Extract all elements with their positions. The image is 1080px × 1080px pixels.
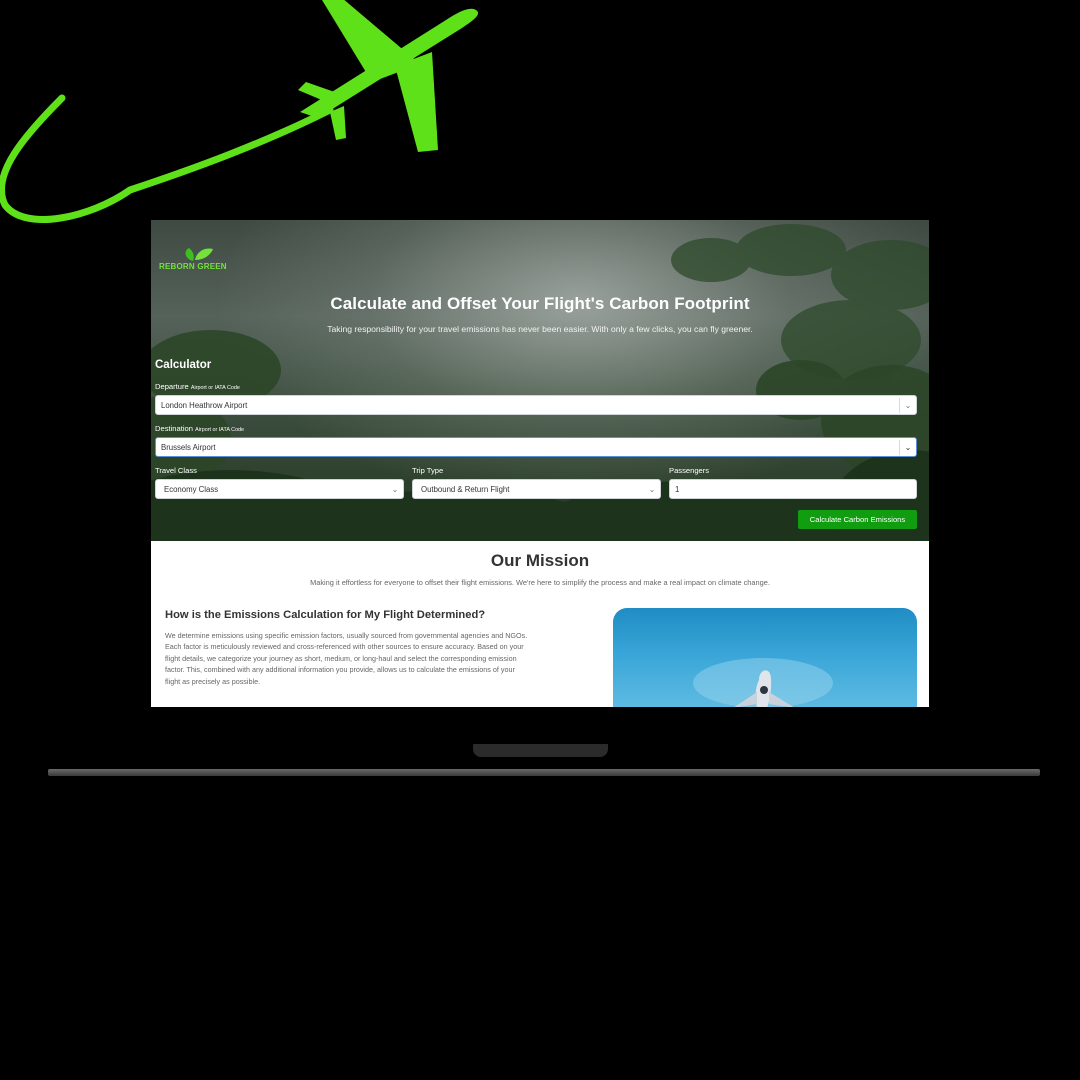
destination-label: Destination Airport or IATA Code	[155, 424, 245, 433]
page-title: Calculate and Offset Your Flight's Carbo…	[330, 294, 750, 313]
laptop-screen: REBORN GREEN Calculate and Offset Your F…	[151, 220, 929, 707]
chevron-down-icon[interactable]: ⌄	[899, 440, 916, 455]
departure-field[interactable]: London Heathrow Airport ⌄	[155, 395, 917, 415]
brand-logo[interactable]: REBORN GREEN	[159, 245, 239, 275]
chevron-down-icon: ⌄	[648, 485, 656, 494]
travel-class-select[interactable]: Economy Class ⌄	[155, 479, 404, 499]
how-section-body: We determine emissions using specific em…	[165, 631, 528, 686]
leaf-icon	[185, 248, 213, 261]
departure-label: Departure Airport or IATA Code	[155, 382, 240, 391]
airplane-icon	[0, 0, 479, 223]
mission-title: Our Mission	[490, 551, 590, 570]
travel-class-label: Travel Class	[155, 466, 197, 475]
mission-subtitle: Making it effortless for everyone to off…	[310, 578, 770, 587]
laptop-stand	[473, 744, 608, 757]
passengers-input[interactable]: 1	[669, 479, 917, 499]
airplane-sky-image	[613, 608, 917, 707]
destination-field[interactable]: Brussels Airport ⌄	[155, 437, 917, 457]
calculator-title: Calculator	[155, 359, 212, 371]
hero-subtitle: Taking responsibility for your travel em…	[327, 324, 753, 334]
airplane-icon	[693, 658, 833, 707]
hero-section: REBORN GREEN Calculate and Offset Your F…	[151, 220, 929, 541]
passengers-label: Passengers	[669, 466, 710, 475]
how-section-title: How is the Emissions Calculation for My …	[165, 609, 486, 621]
trip-type-label: Trip Type	[412, 466, 444, 475]
trip-type-select[interactable]: Outbound & Return Flight ⌄	[412, 479, 661, 499]
chevron-down-icon: ⌄	[391, 485, 399, 494]
calculate-emissions-button[interactable]: Calculate Carbon Emissions	[798, 510, 917, 529]
logo-text: REBORN GREEN	[159, 262, 227, 271]
chevron-down-icon[interactable]: ⌄	[899, 398, 916, 413]
laptop-base	[48, 769, 1040, 776]
